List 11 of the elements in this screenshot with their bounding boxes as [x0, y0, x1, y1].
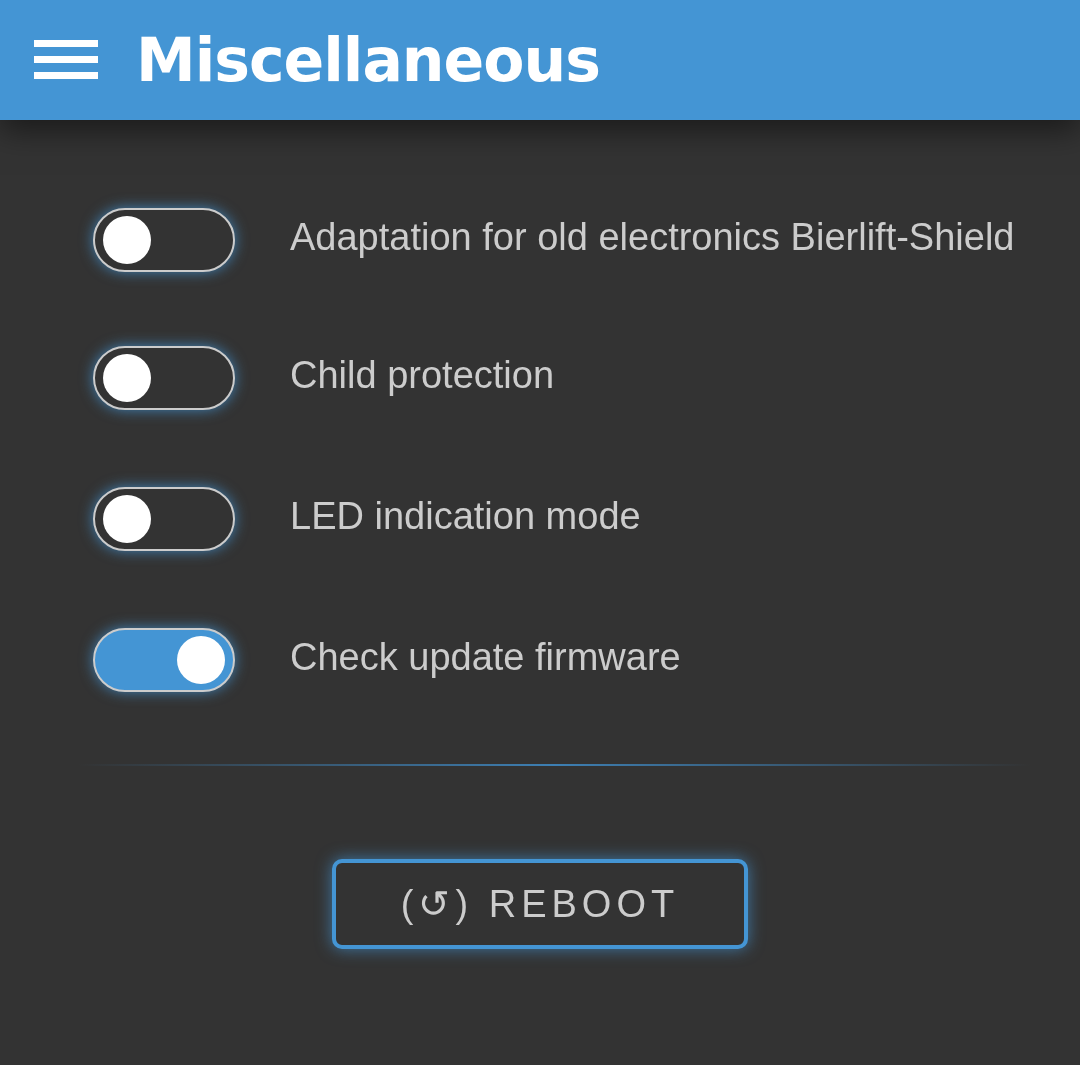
toggle-switch[interactable]: [93, 208, 235, 272]
page-title: Miscellaneous: [136, 25, 600, 95]
toggle-switch[interactable]: [93, 628, 235, 692]
reboot-button[interactable]: (↺) REBOOT: [332, 859, 748, 949]
setting-label: Child protection: [290, 353, 556, 398]
setting-label: LED indication mode: [290, 494, 642, 539]
toggle-switch[interactable]: [93, 487, 235, 551]
setting-label: Check update firmware: [290, 635, 682, 680]
menu-icon[interactable]: [34, 40, 98, 80]
setting-label: Adaptation for old electronics Bierlift-Shield: [290, 215, 1016, 260]
toggle-switch[interactable]: [93, 346, 235, 410]
